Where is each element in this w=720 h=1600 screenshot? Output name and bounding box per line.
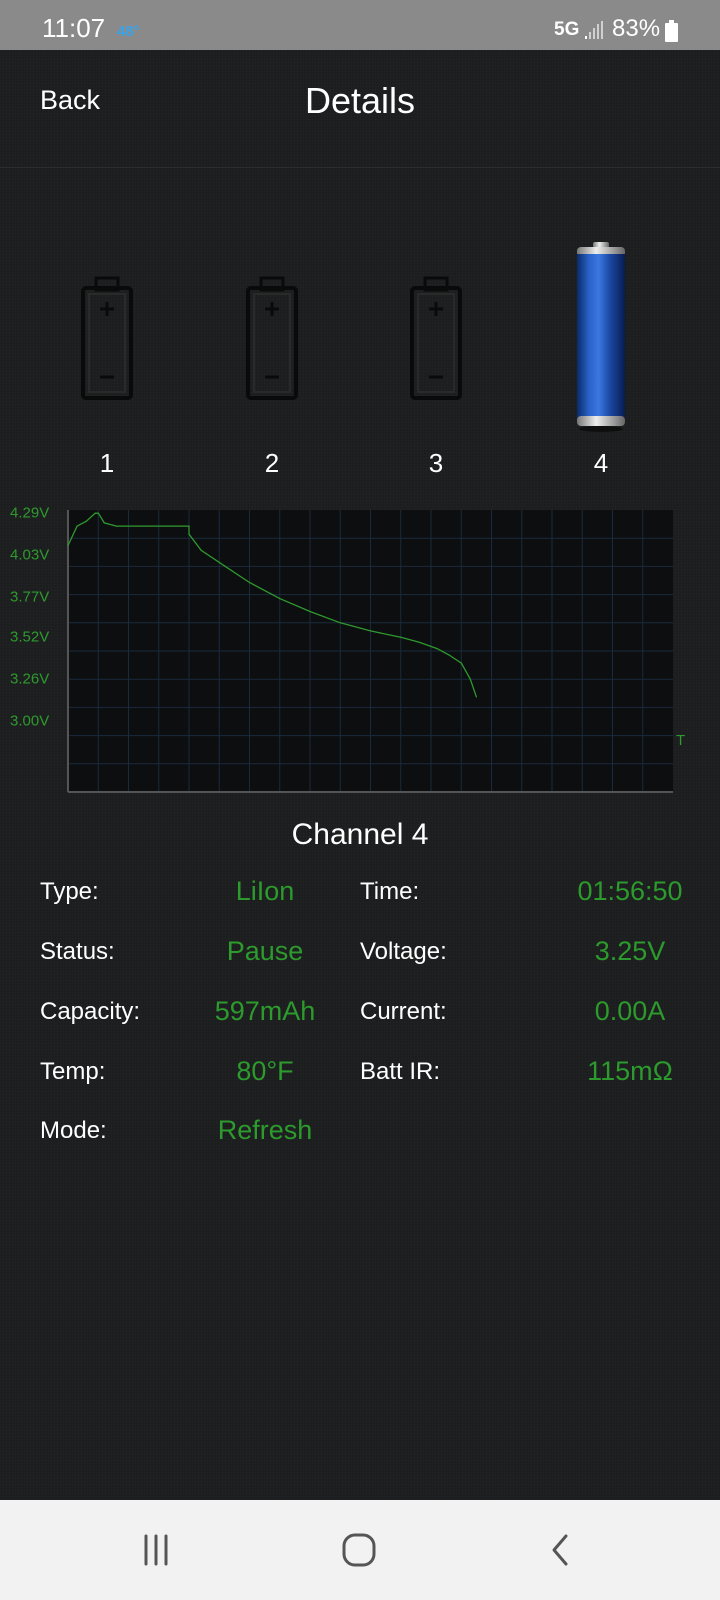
data-point <box>369 630 372 632</box>
current-label: Current: <box>360 998 447 1025</box>
capacity-value: 597mAh <box>214 996 316 1026</box>
current-value: 0.00A <box>594 996 666 1026</box>
batt-ir-value: 115mΩ <box>587 1056 673 1086</box>
data-point <box>85 520 87 522</box>
data-point <box>400 636 402 638</box>
app-screen: Back Details 1 2 3 4 4.29V 4.03V 3.77V 3… <box>0 50 720 1500</box>
temp-label: Temp: <box>40 1058 106 1085</box>
recent-apps-icon[interactable] <box>132 1530 182 1570</box>
data-point <box>67 544 69 547</box>
back-icon[interactable] <box>536 1530 586 1570</box>
battery-slots: 1 2 3 4 <box>0 180 720 490</box>
y-tick-label: 4.03V <box>10 547 49 564</box>
battery-icon <box>665 20 678 42</box>
mode-label: Mode: <box>40 1117 107 1144</box>
data-point <box>224 565 226 567</box>
header: Back Details <box>0 50 720 168</box>
voltage-label: Voltage: <box>360 938 447 965</box>
status-bar: 11:07 48° 5G 83% <box>0 0 720 50</box>
voltage-value: 3.25V <box>594 936 666 966</box>
data-point <box>475 696 477 698</box>
empty-battery-icon <box>81 276 133 400</box>
slot-label: 3 <box>428 448 444 478</box>
signal-icon <box>585 21 603 39</box>
slot-2[interactable]: 2 <box>197 180 347 490</box>
status-temperature: 48° <box>117 23 140 40</box>
data-point <box>436 647 438 650</box>
slot-1[interactable]: 1 <box>32 180 182 490</box>
slot-label: 2 <box>264 448 280 478</box>
page-title: Details <box>304 80 416 121</box>
y-tick-label: 3.52V <box>10 629 49 646</box>
x-axis-label: T <box>676 732 685 749</box>
slot-label: 1 <box>99 448 115 478</box>
y-tick-label: 4.29V <box>10 505 49 522</box>
data-point <box>469 678 471 680</box>
empty-battery-icon <box>246 276 298 400</box>
y-tick-label: 3.26V <box>10 671 49 688</box>
y-tick-label: 3.00V <box>10 712 49 729</box>
data-point <box>140 525 142 527</box>
data-point <box>309 610 311 613</box>
data-point <box>248 581 251 584</box>
data-point <box>97 512 99 514</box>
data-point <box>418 641 420 643</box>
data-point <box>200 549 202 551</box>
slot-3[interactable]: 3 <box>361 180 511 490</box>
y-tick-label: 3.77V <box>10 588 49 605</box>
status-network: 5G <box>554 19 580 40</box>
status-battery-percent: 83% <box>612 15 661 42</box>
navigation-bar <box>0 1500 720 1600</box>
channel-title: Channel 4 <box>291 818 429 851</box>
data-point <box>188 533 190 535</box>
data-point <box>115 525 117 527</box>
status-time: 11:07 <box>42 13 106 43</box>
slot-4[interactable]: 4 <box>526 180 676 490</box>
status-value: Pause <box>226 936 304 966</box>
time-value: 01:56:50 <box>577 876 683 906</box>
home-icon[interactable] <box>334 1530 384 1570</box>
time-label: Time: <box>360 878 420 905</box>
status-label: Status: <box>40 938 115 965</box>
type-value: LiIon <box>235 876 295 906</box>
data-point <box>103 522 105 524</box>
slot-label: 4 <box>593 448 609 478</box>
mode-value: Refresh <box>217 1115 313 1145</box>
empty-battery-icon <box>410 276 462 400</box>
batt-ir-label: Batt IR: <box>360 1058 441 1085</box>
active-battery-icon <box>577 242 625 432</box>
type-label: Type: <box>40 878 99 905</box>
data-point <box>188 525 190 527</box>
data-point <box>339 622 341 624</box>
data-point <box>279 598 281 600</box>
data-point <box>448 654 450 656</box>
temp-value: 80°F <box>236 1056 294 1086</box>
voltage-chart: 4.29V 4.03V 3.77V 3.52V 3.26V 3.00V T <box>10 505 685 793</box>
data-point <box>460 662 462 664</box>
capacity-label: Capacity: <box>40 998 141 1025</box>
data-point <box>76 525 78 527</box>
data-point <box>94 512 96 514</box>
